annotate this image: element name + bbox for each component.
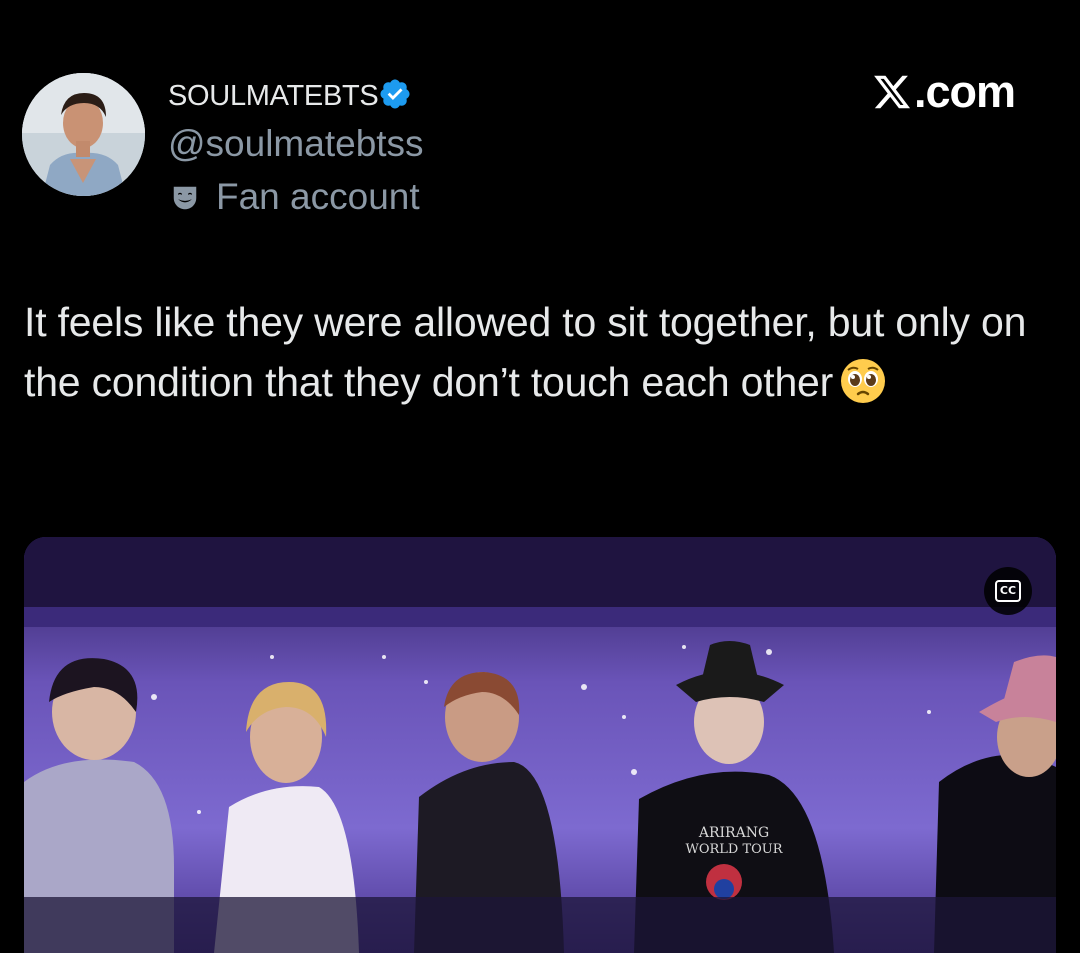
video-frame: ARIRANG WORLD TOUR: [24, 537, 1056, 953]
tweet-text: It feels like they were allowed to sit t…: [24, 292, 1054, 412]
theater-mask-icon: [173, 186, 197, 210]
brand-domain-text: .com: [914, 66, 1016, 117]
tweet-video[interactable]: ARIRANG WORLD TOUR CC: [24, 537, 1056, 953]
closed-captions-button[interactable]: CC: [984, 567, 1032, 615]
shirt-text-line1: ARIRANG: [698, 825, 769, 841]
fan-account-label: Fan account: [216, 176, 420, 217]
tweet-card: SOULMATEBTS @soulmatebtss Fan account .c…: [0, 0, 1080, 953]
verified-badge-icon: [380, 79, 410, 109]
x-brand-logo: .com: [872, 66, 1016, 118]
x-logo-icon: [874, 75, 911, 109]
user-handle[interactable]: @soulmatebtss: [168, 123, 424, 165]
avatar[interactable]: [22, 73, 145, 196]
shirt-text-line2: WORLD TOUR: [685, 842, 783, 857]
pleading-face-emoji-icon: [841, 359, 886, 403]
display-name[interactable]: SOULMATEBTS: [168, 80, 379, 113]
cc-icon: CC: [995, 580, 1021, 602]
avatar-photo: [22, 73, 145, 196]
